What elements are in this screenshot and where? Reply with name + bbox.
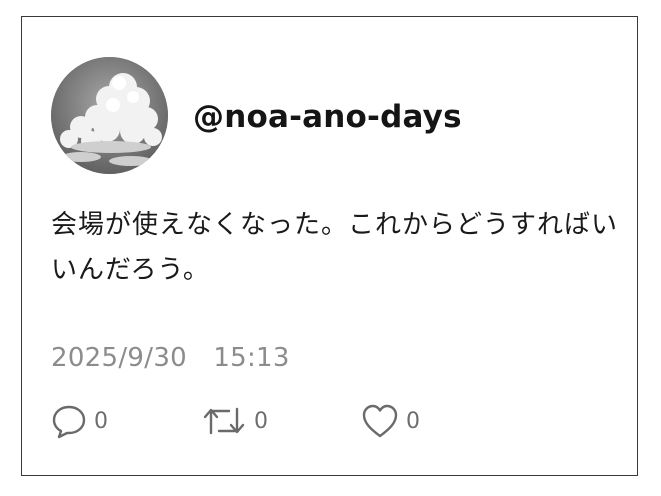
like-button[interactable]: 0: [361, 401, 420, 441]
action-bar: 0 0 0: [51, 401, 626, 441]
user-handle[interactable]: @noa-ano-days: [193, 99, 462, 135]
reply-button[interactable]: 0: [51, 401, 108, 441]
reply-count: 0: [94, 408, 108, 434]
reply-icon: [51, 403, 87, 439]
like-count: 0: [406, 408, 420, 434]
post-timestamp: 2025/9/30 15:13: [51, 343, 290, 373]
retweet-button[interactable]: 0: [201, 401, 268, 441]
post-text: 会場が使えなくなった。これからどうすればいいんだろう。: [51, 210, 619, 285]
retweet-count: 0: [254, 408, 268, 434]
post-card: @noa-ano-days 会場が使えなくなった。これからどうすればいいんだろう…: [21, 16, 638, 476]
avatar[interactable]: [51, 57, 168, 174]
retweet-icon: [201, 403, 247, 439]
heart-icon: [361, 403, 399, 439]
cloud-avatar-icon: [51, 57, 168, 174]
